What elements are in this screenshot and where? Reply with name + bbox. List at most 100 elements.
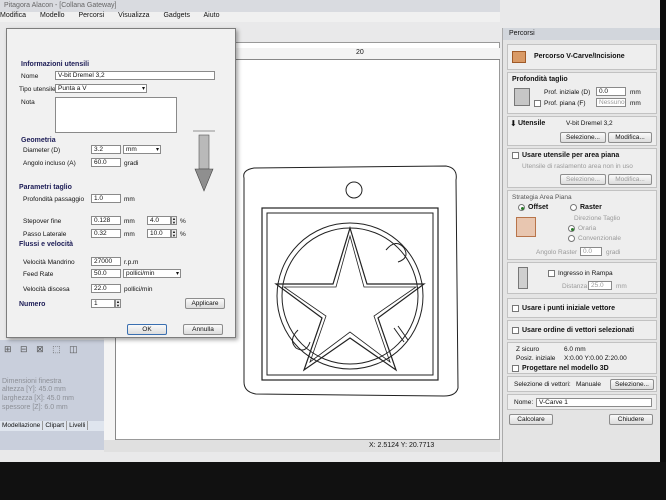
calculate-button[interactable]: Calcolare bbox=[509, 414, 553, 425]
flat-tool-checkbox[interactable] bbox=[512, 152, 519, 159]
pass-depth-label: Profondità passaggio bbox=[23, 196, 85, 203]
offset-pattern-icon bbox=[516, 217, 536, 237]
tab-modellazione[interactable]: Modellazione bbox=[0, 421, 44, 430]
ramp-checkbox[interactable] bbox=[548, 270, 555, 277]
start-depth-unit: mm bbox=[630, 89, 641, 96]
raster-angle-unit: gradi bbox=[606, 249, 621, 256]
toolpath-name-input[interactable]: V-Carve 1 bbox=[536, 398, 652, 407]
cursor-coordinates: X: 2.5124 Y: 20.7713 bbox=[369, 442, 435, 449]
angle-unit: gradi bbox=[124, 160, 139, 167]
plunge-label: Velocità discesa bbox=[23, 286, 70, 293]
flat-tool-hint: Utensile di raslamento area non in uso bbox=[522, 163, 633, 170]
depth-section: Profondità taglio Prof. iniziale (D) 0.0… bbox=[507, 72, 657, 114]
menu-gadgets[interactable]: Gadgets bbox=[163, 12, 189, 19]
plunge-unit: pollici/min bbox=[124, 286, 153, 293]
pendant-drawing[interactable] bbox=[236, 160, 466, 400]
passo-label: Passo Laterale bbox=[23, 231, 67, 238]
toolpath-panel: Percorsi Percorso V-Carve/Incisione Prof… bbox=[502, 28, 660, 462]
menu-visualizza[interactable]: Visualizza bbox=[118, 12, 149, 19]
tab-livelli[interactable]: Livelli bbox=[67, 421, 89, 430]
diameter-label: Diameter (D) bbox=[23, 147, 61, 154]
left-toolbar-icons[interactable]: ⊞ ⊟ ⊠ ⬚ ◫ bbox=[4, 344, 81, 355]
tool-dialog: Informazioni utensili Nome V-bit Dremel … bbox=[6, 28, 236, 338]
climb-radio[interactable] bbox=[568, 225, 575, 232]
strategy-section: Strategia Area Piana Offset Raster Direz… bbox=[507, 190, 657, 260]
passo-spin[interactable]: ▲ ▼ bbox=[171, 229, 177, 238]
project-3d-label: Progettare nel modello 3D bbox=[522, 365, 609, 372]
flat-tool-edit-button[interactable]: Modifica... bbox=[608, 174, 652, 185]
raster-radio[interactable] bbox=[570, 204, 577, 211]
tab-clipart[interactable]: Clipart bbox=[43, 421, 68, 430]
conventional-radio[interactable] bbox=[568, 235, 575, 242]
tool-edit-button[interactable]: Modifica... bbox=[608, 132, 652, 143]
flat-tool-select-button[interactable]: Selezione... bbox=[560, 174, 606, 185]
distance-unit: mm bbox=[616, 283, 627, 290]
raster-angle-input[interactable]: 0.0 bbox=[580, 247, 602, 256]
diameter-input[interactable]: 3.2 bbox=[91, 145, 121, 154]
apply-button[interactable]: Applicare bbox=[185, 298, 225, 309]
feed-input[interactable]: 50.0 bbox=[91, 269, 121, 278]
tool-arrow-icon: ⬇ bbox=[510, 119, 517, 128]
tool-type-select[interactable]: Punta a V bbox=[55, 84, 147, 93]
ok-button[interactable]: OK bbox=[127, 324, 167, 335]
cancel-button[interactable]: Annulla bbox=[183, 324, 223, 335]
app-screen: Pitagora Alacon - [Collana Gateway] Modi… bbox=[0, 0, 660, 462]
close-button[interactable]: Chiudere bbox=[609, 414, 653, 425]
vector-selection-section: Selezione di vettori: Manuale Selezione.… bbox=[507, 376, 657, 392]
section-geometry: Geometria bbox=[21, 137, 56, 144]
project-3d-checkbox[interactable] bbox=[512, 365, 519, 372]
passo-input[interactable]: 0.32 bbox=[91, 229, 121, 238]
angle-input[interactable]: 60.0 bbox=[91, 158, 121, 167]
spindle-input[interactable]: 27000 bbox=[91, 257, 121, 266]
plunge-input[interactable]: 22.0 bbox=[91, 284, 121, 293]
distance-label: Distanza bbox=[562, 283, 588, 290]
pass-depth-unit: mm bbox=[124, 196, 135, 203]
menu-modifica[interactable]: Modifica bbox=[0, 12, 26, 19]
tool-type-label: Tipo utensile bbox=[19, 86, 56, 93]
flat-depth-checkbox[interactable] bbox=[534, 100, 541, 107]
left-panel: ⊞ ⊟ ⊠ ⬚ ◫ Dimensioni finestra altezza [Y… bbox=[0, 340, 104, 450]
tool-name: V-bit Dremel 3,2 bbox=[566, 120, 613, 127]
pass-depth-input[interactable]: 1.0 bbox=[91, 194, 121, 203]
menu-aiuto[interactable]: Aiuto bbox=[204, 12, 220, 19]
window-title: Pitagora Alacon - [Collana Gateway] bbox=[0, 0, 500, 12]
flat-tool-section: Usare utensile per area piana Utensile d… bbox=[507, 148, 657, 188]
flat-depth-input[interactable]: Nessuno bbox=[596, 98, 626, 107]
hanging-hole bbox=[345, 181, 363, 199]
climb-label: Oraria bbox=[578, 225, 597, 232]
conventional-label: Convenzionale bbox=[578, 235, 622, 242]
stepover-input[interactable]: 0.128 bbox=[91, 216, 121, 225]
passo-percent-input[interactable]: 10.0 bbox=[147, 229, 171, 238]
offset-radio[interactable] bbox=[518, 204, 525, 211]
vcarve-icon bbox=[512, 51, 526, 63]
name-input[interactable]: V-bit Dremel 3,2 bbox=[55, 71, 215, 80]
vector-order-checkbox[interactable] bbox=[512, 327, 519, 334]
machine-info-section: Z sicuro 6.0 mm Posiz. iniziale X:0.00 Y… bbox=[507, 342, 657, 374]
menu-percorsi[interactable]: Percorsi bbox=[79, 12, 105, 19]
notes-textarea[interactable] bbox=[55, 97, 177, 133]
number-input[interactable]: 1 bbox=[91, 299, 115, 308]
ghost-line-2: altezza [Y]: 45.0 mm bbox=[2, 386, 66, 393]
stepover-unit: mm bbox=[124, 218, 135, 225]
home-label: Posiz. iniziale bbox=[516, 355, 556, 362]
spindle-unit: r.p.m bbox=[124, 259, 139, 266]
menu-modello[interactable]: Modello bbox=[40, 12, 65, 19]
spindle-label: Velocità Mandrino bbox=[23, 259, 75, 266]
start-depth-input[interactable]: 0.0 bbox=[596, 87, 626, 96]
vector-selection-value: Manuale bbox=[576, 381, 601, 388]
vector-select-button[interactable]: Selezione... bbox=[610, 379, 654, 390]
left-tabs: Modellazione Clipart Livelli bbox=[0, 421, 104, 431]
start-points-checkbox[interactable] bbox=[512, 305, 519, 312]
diameter-unit-select[interactable]: mm bbox=[123, 145, 161, 154]
distance-input[interactable]: 25.0 bbox=[588, 281, 612, 290]
stepover-spin[interactable]: ▲ ▼ bbox=[171, 216, 177, 225]
flat-depth-label: Prof. piana (F) bbox=[544, 100, 586, 107]
toolpath-name-section: Nome: V-Carve 1 bbox=[507, 394, 657, 410]
feed-unit-select[interactable]: pollici/min bbox=[123, 269, 181, 278]
panel-header-title: Percorso V-Carve/Incisione bbox=[534, 53, 625, 60]
number-spin[interactable]: ▲ ▼ bbox=[115, 299, 121, 308]
start-depth-label: Prof. iniziale (D) bbox=[544, 89, 591, 96]
stepover-percent-input[interactable]: 4.0 bbox=[147, 216, 171, 225]
stepover-pct-sign: % bbox=[180, 218, 186, 225]
tool-select-button[interactable]: Selezione... bbox=[560, 132, 606, 143]
